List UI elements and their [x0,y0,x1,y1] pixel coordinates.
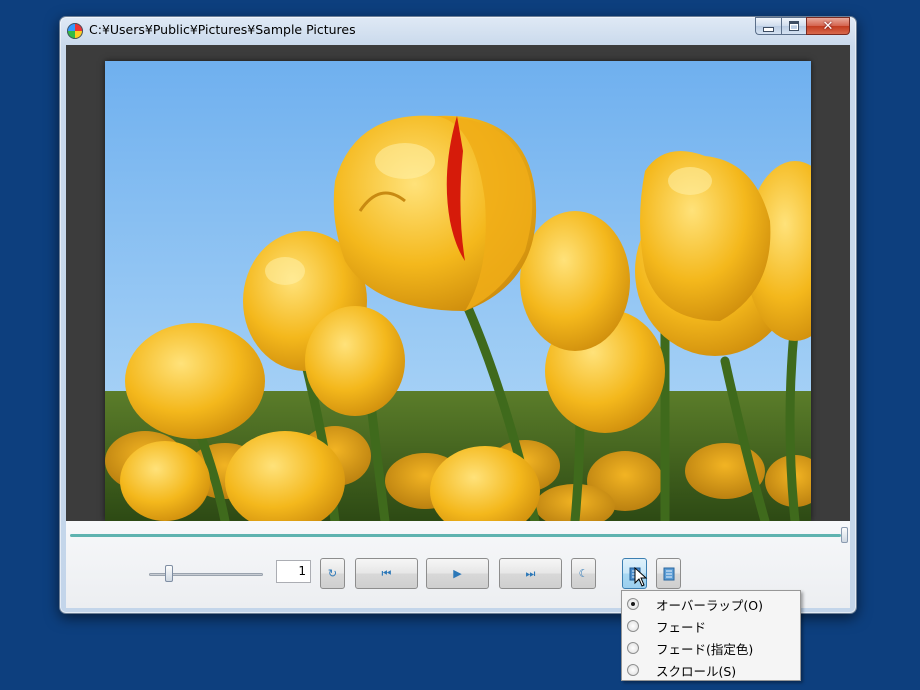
skip-next-icon: ⏭ [525,567,536,580]
moon-icon: ☾ [578,567,589,580]
radio-icon [627,642,639,654]
volume-thumb[interactable] [165,565,173,582]
minimize-button[interactable] [755,17,781,35]
menu-item-label: フェード(指定色) [656,641,754,657]
play-icon: ▶ [453,567,462,580]
transition-menu: オーバーラップ(O) フェード フェード(指定色) スクロール(S) [621,590,801,681]
app-icon[interactable] [67,23,83,39]
slideshow-window: C:¥Users¥Public¥Pictures¥Sample Pictures… [59,16,857,614]
minimize-icon [763,26,774,32]
menu-item-label: スクロール(S) [656,663,737,679]
next-button[interactable]: ⏭ [499,558,562,589]
maximize-button[interactable] [781,17,806,35]
skip-previous-icon: ⏮ [381,567,392,580]
list-button[interactable] [656,558,681,589]
menu-item-label: オーバーラップ(O) [656,597,763,613]
window-title: C:¥Users¥Public¥Pictures¥Sample Pictures [89,22,356,37]
night-mode-button[interactable]: ☾ [571,558,596,589]
maximize-icon [789,21,799,31]
close-icon: ✕ [822,18,834,34]
menu-item-label: フェード [656,619,707,635]
radio-icon [627,664,639,676]
play-button[interactable]: ▶ [426,558,489,589]
title-bar[interactable]: C:¥Users¥Public¥Pictures¥Sample Pictures… [60,17,856,44]
list-icon [663,567,674,580]
seek-bar[interactable] [70,534,841,537]
image-stage [66,45,850,521]
mouse-pointer-icon [634,567,648,587]
previous-button[interactable]: ⏮ [355,558,418,589]
menu-item-overlap[interactable]: オーバーラップ(O) [622,593,800,615]
close-button[interactable]: ✕ [806,17,850,35]
caption-buttons: ✕ [755,17,850,36]
menu-item-fade[interactable]: フェード [622,615,800,637]
tulip-photo [105,61,811,521]
rotate-button[interactable]: ↻ [320,558,345,589]
page-number-field[interactable]: 1 [276,560,311,583]
radio-checked-icon [627,598,639,610]
refresh-icon: ↻ [327,567,338,580]
seek-thumb[interactable] [841,527,848,543]
menu-item-scroll[interactable]: スクロール(S) [622,659,800,681]
radio-icon [627,620,639,632]
slideshow-image [105,61,811,521]
menu-item-fade-color[interactable]: フェード(指定色) [622,637,800,659]
